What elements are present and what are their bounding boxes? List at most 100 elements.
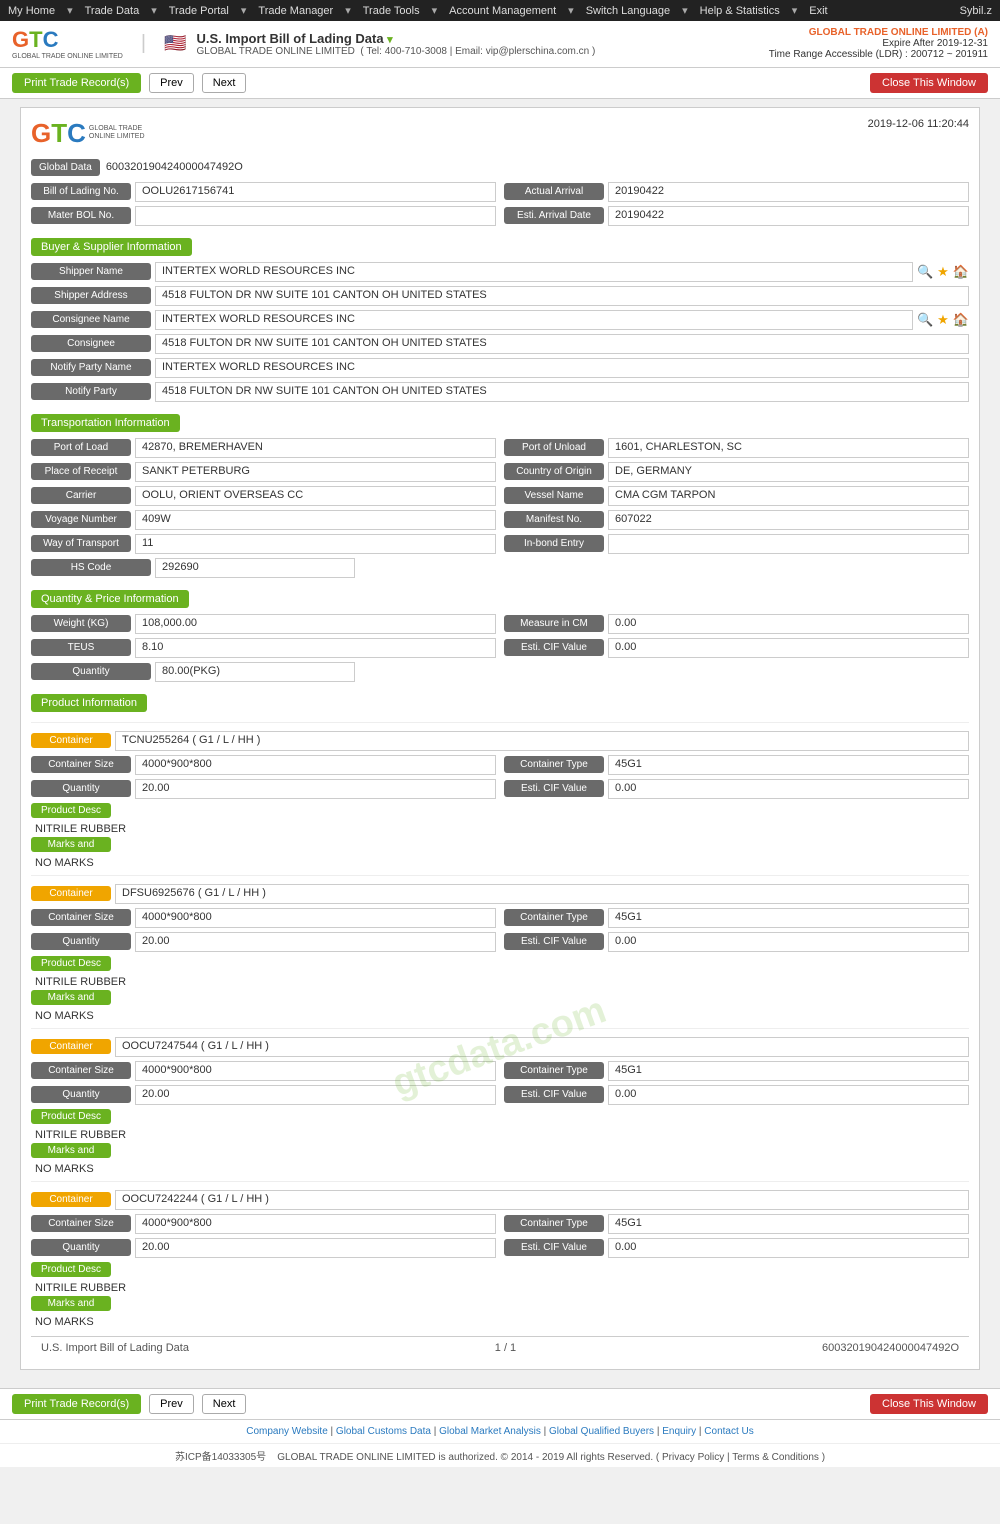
transportation-section: Transportation Information Port of Load … <box>31 406 969 578</box>
footer-link-enquiry[interactable]: Enquiry <box>662 1426 696 1437</box>
container2-product-label: Product Desc <box>31 956 111 971</box>
consignee-star-icon[interactable]: ★ <box>937 312 949 328</box>
container3-label: Container <box>31 1039 111 1054</box>
nav-user: Sybil.z <box>960 5 992 17</box>
container2-qty-group: Quantity 20.00 <box>31 932 496 952</box>
esti-arrival-label: Esti. Arrival Date <box>504 207 604 224</box>
page-title: U.S. Import Bill of Lading Data ▾ <box>197 31 596 46</box>
footer-link-buyers[interactable]: Global Qualified Buyers <box>549 1426 654 1437</box>
container3-value: OOCU7247544 ( G1 / L / HH ) <box>115 1037 969 1057</box>
container2-type-group: Container Type 45G1 <box>504 908 969 928</box>
container4-type-value: 45G1 <box>608 1214 969 1234</box>
container3-type-group: Container Type 45G1 <box>504 1061 969 1081</box>
container2-qty-label: Quantity <box>31 933 131 950</box>
nav-trade-portal[interactable]: Trade Portal <box>169 5 229 17</box>
card-logo-t: T <box>51 118 67 149</box>
bottom-print-button[interactable]: Print Trade Record(s) <box>12 1394 141 1414</box>
top-action-bar: Print Trade Record(s) Prev Next Close Th… <box>0 68 1000 99</box>
weight-measure-row: Weight (KG) 108,000.00 Measure in CM 0.0… <box>31 614 969 634</box>
container-block-2: Container DFSU6925676 ( G1 / L / HH ) Co… <box>31 875 969 1024</box>
inbond-group: In-bond Entry <box>504 534 969 554</box>
container2-size-group: Container Size 4000*900*800 <box>31 908 496 928</box>
container4-qty-label: Quantity <box>31 1239 131 1256</box>
header-left: GTC GLOBAL TRADE ONLINE LIMITED | 🇺🇸 U.S… <box>12 27 595 61</box>
container4-cif-value: 0.00 <box>608 1238 969 1258</box>
record-datetime: 2019-12-06 11:20:44 <box>868 118 969 130</box>
country-origin-value: DE, GERMANY <box>608 462 969 482</box>
container2-label: Container <box>31 886 111 901</box>
bol-value: OOLU2617156741 <box>135 182 496 202</box>
global-data-value: 600320190424000047492O <box>106 161 243 173</box>
shipper-name-value: INTERTEX WORLD RESOURCES INC <box>155 262 913 282</box>
inbond-value <box>608 534 969 554</box>
consignee-name-label: Consignee Name <box>31 311 151 328</box>
country-origin-label: Country of Origin <box>504 463 604 480</box>
manifest-value: 607022 <box>608 510 969 530</box>
carrier-label: Carrier <box>31 487 131 504</box>
nav-trade-data[interactable]: Trade Data <box>85 5 140 17</box>
cif-group: Esti. CIF Value 0.00 <box>504 638 969 658</box>
consignee-home-icon[interactable]: 🏠 <box>953 312 969 328</box>
bottom-prev-button[interactable]: Prev <box>149 1394 194 1414</box>
consignee-search-icon[interactable]: 🔍 <box>917 312 933 328</box>
shipper-home-icon[interactable]: 🏠 <box>953 264 969 280</box>
vessel-value: CMA CGM TARPON <box>608 486 969 506</box>
nav-exit[interactable]: Exit <box>809 5 827 17</box>
nav-my-home[interactable]: My Home <box>8 5 55 17</box>
print-button[interactable]: Print Trade Record(s) <box>12 73 141 93</box>
container3-type-label: Container Type <box>504 1062 604 1079</box>
port-load-label: Port of Load <box>31 439 131 456</box>
notify-party-label: Notify Party <box>31 383 151 400</box>
hs-code-label: HS Code <box>31 559 151 576</box>
voyage-label: Voyage Number <box>31 511 131 528</box>
container1-marks-value: NO MARKS <box>31 855 969 871</box>
container1-cif-value: 0.00 <box>608 779 969 799</box>
close-button[interactable]: Close This Window <box>870 73 988 93</box>
separator: | <box>141 32 146 55</box>
bottom-next-button[interactable]: Next <box>202 1394 247 1414</box>
container4-size-row: Container Size 4000*900*800 Container Ty… <box>31 1214 969 1234</box>
container2-marks-value: NO MARKS <box>31 1008 969 1024</box>
manifest-label: Manifest No. <box>504 511 604 528</box>
container4-product-label: Product Desc <box>31 1262 111 1277</box>
container1-label: Container <box>31 733 111 748</box>
container2-product: Product Desc NITRILE RUBBER <box>31 956 969 990</box>
container3-qty-value: 20.00 <box>135 1085 496 1105</box>
buyer-supplier-header: Buyer & Supplier Information <box>31 238 192 256</box>
container3-qty-label: Quantity <box>31 1086 131 1103</box>
inbond-label: In-bond Entry <box>504 535 604 552</box>
logo: GTC GLOBAL TRADE ONLINE LIMITED <box>12 27 123 61</box>
next-button[interactable]: Next <box>202 73 247 93</box>
container2-marks: Marks and NO MARKS <box>31 990 969 1024</box>
footer-link-customs[interactable]: Global Customs Data <box>336 1426 431 1437</box>
shipper-search-icon[interactable]: 🔍 <box>917 264 933 280</box>
nav-trade-manager[interactable]: Trade Manager <box>258 5 333 17</box>
footer-link-market[interactable]: Global Market Analysis <box>439 1426 541 1437</box>
nav-trade-tools[interactable]: Trade Tools <box>363 5 420 17</box>
bottom-close-button[interactable]: Close This Window <box>870 1394 988 1414</box>
nav-help-statistics[interactable]: Help & Statistics <box>700 5 780 17</box>
prev-button[interactable]: Prev <box>149 73 194 93</box>
footer-link-contact[interactable]: Contact Us <box>704 1426 753 1437</box>
container1-qty-value: 20.00 <box>135 779 496 799</box>
measure-label: Measure in CM <box>504 615 604 632</box>
footer-link-company[interactable]: Company Website <box>246 1426 328 1437</box>
card-logo: GTC GLOBAL TRADE ONLINE LIMITED <box>31 118 169 149</box>
container4-label: Container <box>31 1192 111 1207</box>
weight-group: Weight (KG) 108,000.00 <box>31 614 496 634</box>
notify-party-value: 4518 FULTON DR NW SUITE 101 CANTON OH UN… <box>155 382 969 402</box>
container3-qty-row: Quantity 20.00 Esti. CIF Value 0.00 <box>31 1085 969 1105</box>
master-bol-label: Mater BOL No. <box>31 207 131 224</box>
flag-icon: 🇺🇸 <box>164 33 186 54</box>
nav-account-management[interactable]: Account Management <box>449 5 556 17</box>
container-block-4: Container OOCU7242244 ( G1 / L / HH ) Co… <box>31 1181 969 1330</box>
shipper-star-icon[interactable]: ★ <box>937 264 949 280</box>
container1-qty-row: Quantity 20.00 Esti. CIF Value 0.00 <box>31 779 969 799</box>
container1-cif-group: Esti. CIF Value 0.00 <box>504 779 969 799</box>
quantity-label: Quantity <box>31 663 151 680</box>
consignee-row: Consignee 4518 FULTON DR NW SUITE 101 CA… <box>31 334 969 354</box>
container2-type-label: Container Type <box>504 909 604 926</box>
nav-switch-language[interactable]: Switch Language <box>586 5 670 17</box>
main-content: GTC GLOBAL TRADE ONLINE LIMITED 2019-12-… <box>0 99 1000 1388</box>
container4-qty-row: Quantity 20.00 Esti. CIF Value 0.00 <box>31 1238 969 1258</box>
